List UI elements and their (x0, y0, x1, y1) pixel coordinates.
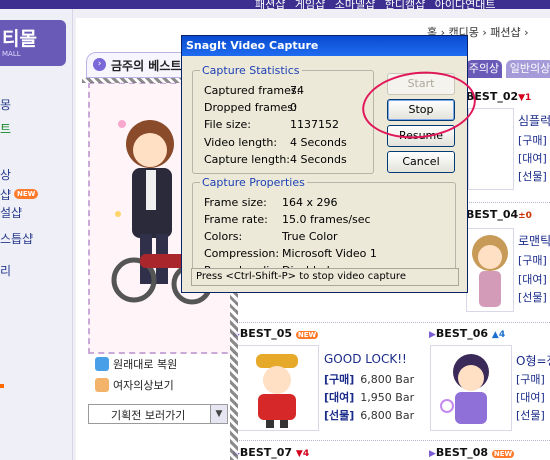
rent-price[interactable]: [대여] (518, 150, 547, 166)
stat-value: 0 (290, 101, 297, 114)
best-item-label: ▶BEST_07 ▼4 (233, 446, 310, 459)
rank-change: ▲4 (491, 330, 506, 340)
refresh-icon (95, 357, 109, 371)
sidebar-item[interactable]: 스틉샵 (0, 230, 33, 247)
restore-link-label: 원래대로 복원 (113, 358, 178, 371)
stat-value: 1137152 (290, 118, 339, 131)
view-women-link-label: 여자의상보기 (113, 379, 174, 392)
brand-title: 티몰 (2, 28, 37, 50)
new-badge: NEW (491, 450, 515, 458)
gift-price[interactable]: [선물] (518, 168, 547, 184)
top-nav-item[interactable]: 소마넬샵 (335, 0, 375, 11)
chevron-right-icon: › (93, 58, 106, 71)
divider (232, 322, 550, 323)
stat-value: 4 Seconds (290, 153, 347, 166)
sidebar-item[interactable]: 몽 (0, 96, 11, 113)
avatar-figure-image (472, 235, 508, 307)
new-badge: NEW (14, 189, 39, 199)
best-item-label: ▶BEST_05 NEW (233, 327, 319, 340)
rent-price[interactable]: [대여] 1,950 Bar (324, 389, 414, 405)
prop-value: 164 x 296 (282, 196, 338, 209)
stat-key: Captured frames: (204, 84, 301, 97)
sidebar-item[interactable]: 상 (0, 166, 11, 183)
item-name[interactable]: 심플럭 (518, 112, 550, 129)
bullet-icon (0, 384, 4, 388)
rent-price[interactable]: [대여] (516, 389, 545, 405)
top-nav-item[interactable]: 한디캠샵 (385, 0, 425, 11)
tab-weekly[interactable]: 주의상 (466, 60, 502, 78)
buy-price[interactable]: [구매] (518, 132, 547, 148)
section-title: 금주의 베스트 (111, 59, 182, 73)
gift-price[interactable]: [선물] 6,800 Bar (324, 407, 414, 423)
item-thumbnail[interactable] (468, 108, 514, 190)
best-item-label: ▶BEST_08 NEW (429, 446, 515, 459)
prop-key: Frame rate: (204, 213, 268, 226)
sidebar-item[interactable]: 샵 (0, 186, 11, 203)
best-item-label: BEST_04±0 (466, 208, 532, 221)
item-thumbnail[interactable] (466, 228, 514, 312)
gift-price[interactable]: [선물] (518, 289, 547, 305)
buy-price[interactable]: [구매] (516, 371, 545, 387)
prop-value: Microsoft Video 1 (282, 247, 377, 260)
dialog-title-bar[interactable]: SnagIt Video Capture (182, 36, 467, 56)
view-women-link[interactable]: 여자의상보기 (95, 377, 174, 393)
divider (232, 440, 550, 441)
dialog-title: SnagIt Video Capture (186, 39, 319, 52)
item-name[interactable]: GOOD LOCK!! (324, 352, 407, 366)
section-header: › 금주의 베스트 (86, 52, 192, 78)
status-line: Press <Ctrl-Shift-P> to stop video captu… (191, 268, 459, 286)
stat-key: Dropped frames: (204, 101, 297, 114)
rank-change: ±0 (518, 211, 532, 221)
brand-subtitle: MALL (2, 50, 21, 58)
item-thumbnail[interactable] (430, 345, 512, 431)
stat-value: 4 Seconds (290, 136, 347, 149)
capture-properties-title: Capture Properties (200, 176, 307, 189)
restore-link[interactable]: 원래대로 복원 (95, 356, 177, 372)
chevron-down-icon[interactable]: ▼ (210, 405, 227, 423)
item-thumbnail[interactable] (235, 345, 319, 431)
promotion-select[interactable]: 기획전 보러가기 ▼ (88, 404, 228, 424)
avatar-icon (95, 378, 109, 392)
stat-value: 74 (290, 84, 304, 97)
stat-key: Video length: (204, 136, 278, 149)
best-item-label: ▶BEST_06 ▲4 (429, 327, 506, 340)
top-nav-item[interactable]: 게임샵 (295, 0, 325, 11)
avatar-figure-image (440, 354, 489, 424)
buy-price[interactable]: [구매] (518, 252, 547, 268)
tab-general[interactable]: 일반의상 (506, 60, 550, 78)
item-name[interactable]: 로맨틱 (518, 232, 550, 249)
sidebar-item[interactable]: 트 (0, 120, 11, 137)
rank-change: ▼1 (518, 93, 532, 103)
rank-change: ▼4 (295, 449, 310, 459)
prop-key: Colors: (204, 230, 243, 243)
sidebar-item[interactable]: 리 (0, 262, 11, 279)
prop-value: True Color (282, 230, 338, 243)
cancel-button[interactable]: Cancel (387, 151, 455, 173)
top-nav-item[interactable]: 아이다연대트 (435, 0, 496, 11)
prop-key: Compression: (204, 247, 280, 260)
sidebar-item[interactable]: 설샵 (0, 204, 22, 221)
buy-price[interactable]: [구매] 6,800 Bar (324, 371, 414, 387)
prop-key: Frame size: (204, 196, 267, 209)
new-badge: NEW (295, 331, 319, 339)
rent-price[interactable]: [대여] (518, 271, 547, 287)
capture-statistics-title: Capture Statistics (200, 64, 302, 77)
top-nav: 패션샵 게임샵 소마넬샵 한디캠샵 아이다연대트 (255, 0, 501, 12)
gift-price[interactable]: [선물] (516, 407, 545, 423)
stat-key: Capture length: (204, 153, 291, 166)
avatar-figure-image (256, 354, 298, 428)
stat-key: File size: (204, 118, 251, 131)
brand-block[interactable]: 티몰 MALL (0, 20, 66, 66)
promotion-select-value: 기획전 보러가기 (111, 409, 186, 422)
top-nav-item[interactable]: 패션샵 (255, 0, 285, 11)
item-name[interactable]: O형=정 (516, 352, 550, 369)
prop-value: 15.0 frames/sec (282, 213, 371, 226)
